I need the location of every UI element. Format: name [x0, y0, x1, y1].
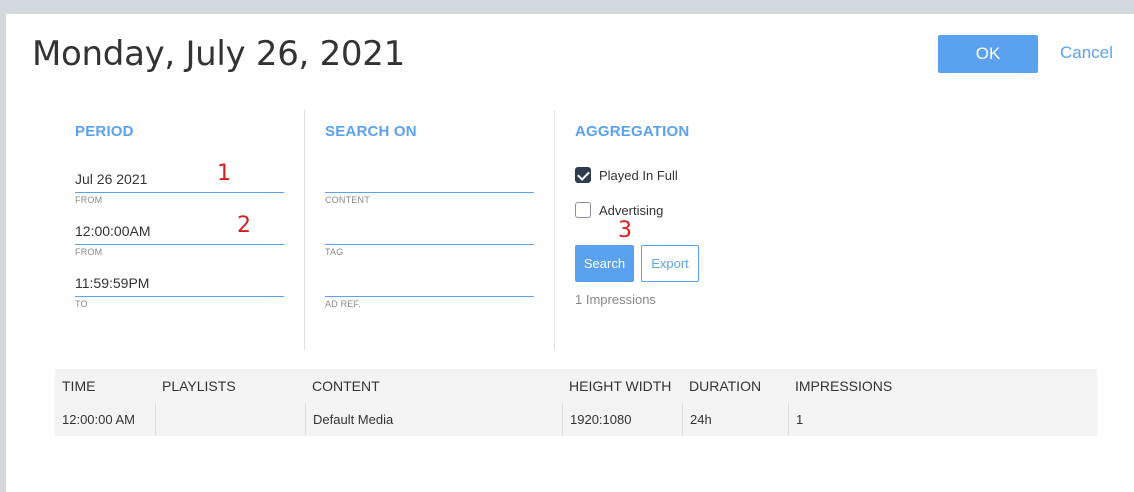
column-divider-1 — [304, 110, 305, 350]
annotation-2: 2 — [237, 213, 251, 238]
aggregation-section-title: AGGREGATION — [575, 123, 690, 140]
dialog-title: Monday, July 26, 2021 — [32, 34, 405, 74]
period-from-time-label: FROM — [75, 247, 103, 257]
content-field[interactable]: CONTENT — [325, 166, 534, 205]
period-from-time-input[interactable]: 12:00:00AM — [75, 218, 284, 245]
annotation-1: 1 — [217, 161, 231, 186]
search-on-section-title: SEARCH ON — [325, 123, 417, 140]
played-in-full-option[interactable]: Played In Full — [575, 167, 678, 183]
advertising-checkbox[interactable] — [575, 202, 591, 218]
ad-ref-input[interactable] — [325, 270, 534, 297]
period-to-time-field[interactable]: 11:59:59PM TO — [75, 270, 284, 309]
tag-input[interactable] — [325, 218, 534, 245]
header-duration[interactable]: DURATION — [689, 369, 761, 403]
check-icon — [577, 168, 590, 181]
search-button[interactable]: Search — [575, 245, 634, 282]
header-height-width[interactable]: HEIGHT WIDTH — [569, 369, 671, 403]
results-table: TIME PLAYLISTS CONTENT HEIGHT WIDTH DURA… — [55, 369, 1097, 436]
advertising-label: Advertising — [599, 202, 664, 218]
played-in-full-label: Played In Full — [599, 167, 678, 183]
cell-height-width: 1920:1080 — [562, 403, 682, 436]
header-playlists[interactable]: PLAYLISTS — [162, 369, 236, 403]
tag-field[interactable]: TAG — [325, 218, 534, 257]
ad-ref-label: AD REF. — [325, 299, 361, 309]
period-date-label: FROM — [75, 195, 103, 205]
advertising-option[interactable]: Advertising — [575, 202, 663, 218]
played-in-full-checkbox[interactable] — [575, 167, 591, 183]
table-row[interactable]: 12:00:00 AM Default Media 1920:1080 24h … — [55, 403, 1097, 436]
period-section-title: PERIOD — [75, 123, 134, 140]
cancel-link[interactable]: Cancel — [1060, 43, 1113, 63]
annotation-3: 3 — [618, 218, 632, 243]
table-header: TIME PLAYLISTS CONTENT HEIGHT WIDTH DURA… — [55, 369, 1097, 403]
content-input[interactable] — [325, 166, 534, 193]
cell-content: Default Media — [305, 403, 562, 436]
period-to-time-label: TO — [75, 299, 88, 309]
cell-duration: 24h — [682, 403, 788, 436]
cell-playlists — [155, 403, 305, 436]
cell-time: 12:00:00 AM — [62, 412, 135, 427]
ok-button[interactable]: OK — [938, 35, 1038, 73]
period-date-input[interactable]: Jul 26 2021 — [75, 166, 284, 193]
report-dialog: Monday, July 26, 2021 OK Cancel PERIOD J… — [6, 14, 1134, 492]
header-content[interactable]: CONTENT — [312, 369, 380, 403]
period-date-field[interactable]: Jul 26 2021 FROM — [75, 166, 284, 205]
header-impressions[interactable]: IMPRESSIONS — [795, 369, 892, 403]
tag-label: TAG — [325, 247, 344, 257]
ad-ref-field[interactable]: AD REF. — [325, 270, 534, 309]
content-label: CONTENT — [325, 195, 370, 205]
header-time[interactable]: TIME — [62, 369, 95, 403]
cell-impressions: 1 — [788, 403, 1097, 436]
export-button[interactable]: Export — [641, 245, 699, 282]
period-to-time-input[interactable]: 11:59:59PM — [75, 270, 284, 297]
column-divider-2 — [554, 110, 555, 350]
impressions-count: 1 Impressions — [575, 292, 656, 307]
period-from-time-field[interactable]: 12:00:00AM FROM — [75, 218, 284, 257]
